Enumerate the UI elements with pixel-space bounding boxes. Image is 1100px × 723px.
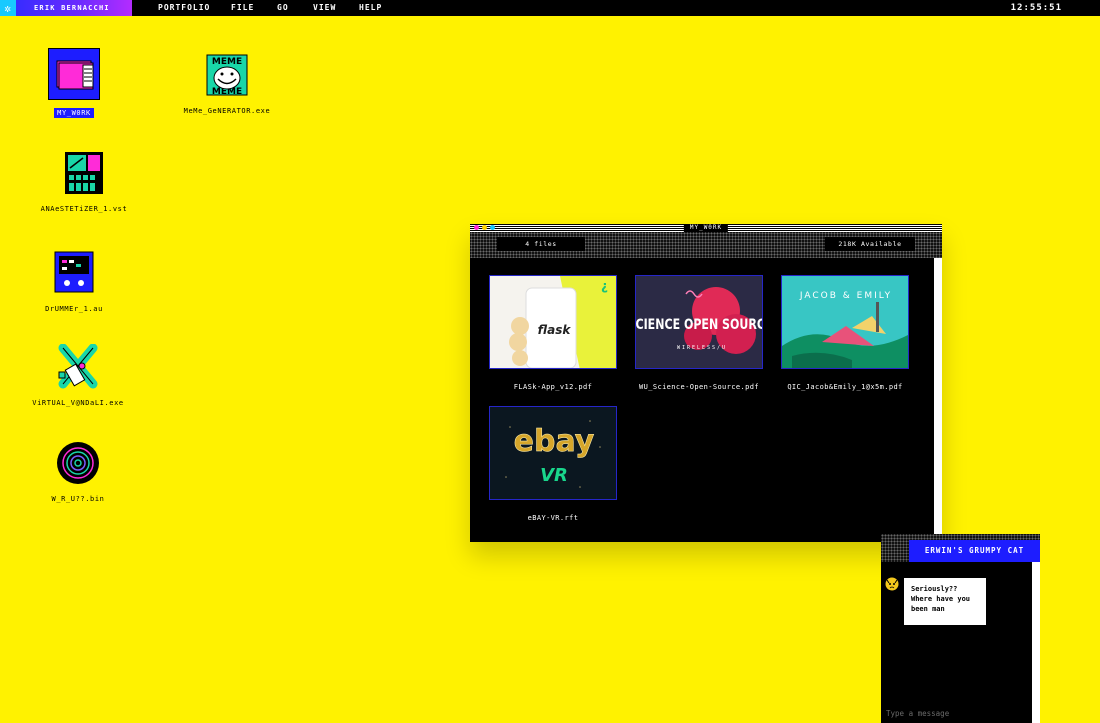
desktop-icon-meme-generator[interactable]: MEME MEME MeMe_GeNERATOR.exe	[177, 52, 277, 117]
desktop-icon-anaestetizer[interactable]: ANAeSTETiZER_1.vst	[34, 150, 134, 215]
minimize-window-button[interactable]	[482, 225, 487, 230]
grumpy-cat-avatar-icon	[885, 576, 899, 591]
window-titlebar[interactable]: MY_W0RK	[470, 224, 942, 232]
folder-icon	[48, 48, 100, 100]
menu-item-help[interactable]: HELP	[359, 0, 382, 16]
file-jacob-emily[interactable]: JACOB & EMILY QIC_Jacob&Emily_1@x5m.pdf	[781, 275, 909, 391]
storage-available: 218K Available	[825, 237, 915, 251]
thumb-subtitle: VR	[540, 465, 568, 486]
desktop-icon-drummer[interactable]: DrUMMEr_1.au	[24, 250, 124, 315]
desktop-icon-label: ANAeSTETiZER_1.vst	[40, 205, 128, 213]
window-title: MY_W0RK	[683, 224, 729, 232]
chat-titlebar[interactable]: ERWIN'S GRUMPY CAT	[881, 534, 1040, 562]
file-count: 4 files	[497, 237, 585, 251]
desktop-icon-virtual-vandali[interactable]: ViRTUAL_V@NDaLI.exe	[28, 343, 128, 409]
svg-text:MEME: MEME	[212, 57, 242, 67]
file-name: FLASk-App_v12.pdf	[513, 383, 593, 391]
desktop-icon-label: ViRTUAL_V@NDaLI.exe	[32, 399, 124, 407]
maximize-window-button[interactable]	[490, 225, 495, 230]
file-name: WU_Science-Open-Source.pdf	[639, 383, 759, 391]
desktop-icon-my-work[interactable]: MY_W0RK	[24, 48, 124, 119]
clock: 12:55:51	[1010, 3, 1062, 13]
file-grid: ¿ flask FLASk-App_v12.pdf SCIENCE OPEN S…	[470, 258, 934, 542]
file-thumbnail: SCIENCE OPEN SOURCE WIRELESS/U	[635, 275, 763, 369]
file-flask-app[interactable]: ¿ flask FLASk-App_v12.pdf	[489, 275, 617, 391]
file-name: eBAY-VR.rft	[527, 514, 579, 522]
chat-message-input[interactable]	[886, 706, 1026, 720]
file-wu-science[interactable]: SCIENCE OPEN SOURCE WIRELESS/U WU_Scienc…	[635, 275, 763, 391]
desktop-icon-label: MeMe_GeNERATOR.exe	[183, 107, 271, 115]
desktop-icon-label: W_R_U??.bin	[51, 495, 105, 503]
close-window-button[interactable]	[474, 225, 479, 230]
synth-plugin-icon	[61, 150, 107, 196]
thumb-title: SCIENCE OPEN SOURCE	[636, 316, 763, 333]
desktop-icon-label: DrUMMEr_1.au	[45, 305, 103, 313]
menu-item-portfolio[interactable]: PORTFOLIO	[158, 0, 210, 16]
meme-generator-icon: MEME MEME	[204, 52, 250, 98]
menu-item-go[interactable]: GO	[277, 0, 289, 16]
file-ebay-vr[interactable]: ebay VR eBAY-VR.rft	[489, 406, 617, 522]
brand-button[interactable]: ✲ ERIK BERNACCHI	[0, 0, 132, 16]
svg-text:¿: ¿	[601, 279, 608, 293]
spiral-disc-icon	[55, 440, 101, 486]
chat-window: ERWIN'S GRUMPY CAT Seriously?? Where hav…	[881, 534, 1040, 723]
file-thumbnail: ¿ flask	[489, 275, 617, 369]
file-thumbnail: JACOB & EMILY	[781, 275, 909, 369]
thumb-subtitle: WIRELESS/U	[677, 345, 727, 351]
brand-name: ERIK BERNACCHI	[34, 4, 110, 12]
menu-bar: ✲ ERIK BERNACCHI PORTFOLIO FILE GO VIEW …	[0, 0, 1100, 16]
chat-scrollbar[interactable]	[1032, 562, 1040, 723]
thumb-title: flask	[538, 323, 572, 337]
thumb-title: JACOB & EMILY	[799, 291, 892, 301]
my-work-window: MY_W0RK 4 files 218K Available ¿ flask F…	[470, 224, 942, 542]
window-scrollbar[interactable]	[934, 258, 942, 542]
file-thumbnail: ebay VR	[489, 406, 617, 500]
thumb-title: ebay	[514, 424, 595, 459]
brand-logo-icon: ✲	[0, 0, 16, 16]
file-name: QIC_Jacob&Emily_1@x5m.pdf	[787, 383, 903, 391]
window-toolbar: 4 files 218K Available	[470, 232, 942, 258]
chat-message-bubble: Seriously?? Where have you been man	[904, 578, 986, 625]
desktop-icon-wruu[interactable]: W_R_U??.bin	[28, 440, 128, 505]
drum-machine-icon	[51, 250, 97, 296]
menu-item-file[interactable]: FILE	[231, 0, 254, 16]
desktop-icon-label: MY_W0RK	[54, 108, 94, 118]
chat-title: ERWIN'S GRUMPY CAT	[909, 540, 1040, 562]
spray-can-icon	[55, 343, 101, 390]
menu-item-view[interactable]: VIEW	[313, 0, 336, 16]
